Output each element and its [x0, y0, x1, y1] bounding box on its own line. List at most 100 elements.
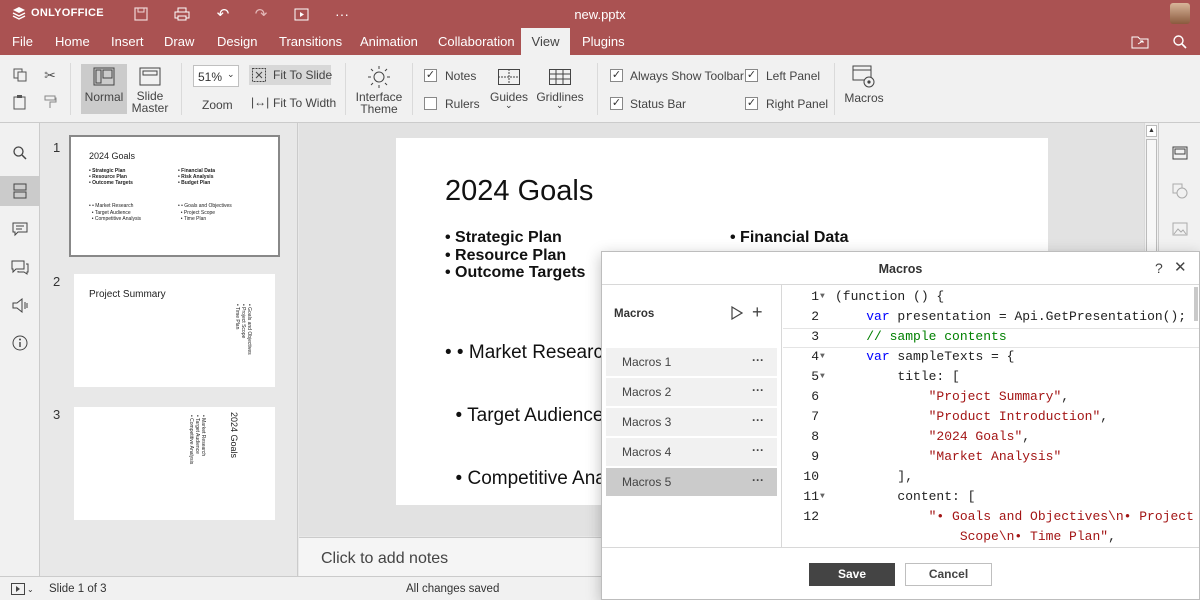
gridlines-button[interactable]: Gridlines ⌄: [536, 67, 584, 115]
slide-master-button[interactable]: Slide Master: [129, 64, 171, 114]
more-options-icon[interactable]: ···: [752, 473, 764, 487]
macro-item[interactable]: Macros 4 ···: [606, 438, 777, 466]
more-options-icon[interactable]: ···: [752, 383, 764, 397]
fit-to-width-button[interactable]: |↔| Fit To Width: [249, 93, 336, 113]
tab-plugins[interactable]: Plugins: [573, 28, 634, 55]
fold-arrow-icon[interactable]: ▼: [820, 292, 825, 301]
code-token: var: [866, 349, 890, 364]
zoom-value: 51%: [198, 70, 223, 84]
slide-thumbnail-2[interactable]: Project Summary • Goals and Objectives • …: [74, 274, 275, 387]
right-panel-checkbox[interactable]: ✓: [745, 97, 758, 110]
always-show-toolbar-label: Always Show Toolbar: [630, 69, 744, 83]
tab-file[interactable]: File: [3, 28, 42, 55]
slides-panel-icon[interactable]: [0, 176, 40, 206]
left-panel-checkbox[interactable]: ✓: [745, 69, 758, 82]
tab-collaboration[interactable]: Collaboration: [429, 28, 524, 55]
notes-checkbox[interactable]: ✓: [424, 69, 437, 82]
open-file-location-icon[interactable]: [1130, 33, 1150, 51]
thumb-bullet: • Competitive Analysis: [188, 415, 194, 465]
code-token: "2024 Goals": [928, 429, 1023, 444]
more-options-icon[interactable]: ···: [752, 413, 764, 427]
copy-icon[interactable]: [11, 67, 29, 83]
code-line: var presentation = Api.GetPresentation()…: [835, 309, 1186, 324]
interface-theme-button[interactable]: Interface Theme: [353, 63, 405, 119]
image-settings-icon[interactable]: [1159, 214, 1200, 244]
slide-number: 1: [53, 140, 61, 155]
macros-list-panel: Macros + Macros 1 ··· Macros 2 ··· Macro…: [602, 285, 782, 547]
about-icon[interactable]: [0, 328, 40, 358]
save-button[interactable]: Save: [809, 563, 895, 586]
guides-button[interactable]: Guides ⌄: [489, 67, 529, 115]
notes-label: Notes: [445, 69, 477, 83]
chevron-down-icon: ⌄: [556, 100, 564, 110]
tab-view[interactable]: View: [521, 28, 570, 55]
shape-settings-icon[interactable]: [1159, 176, 1200, 206]
macro-code-editor[interactable]: 1 ▼ (function () {2 var presentation = Api…: [783, 285, 1199, 547]
search-icon[interactable]: [1170, 33, 1190, 51]
slide-settings-icon[interactable]: [1159, 138, 1200, 168]
slide-title[interactable]: 2024 Goals: [445, 175, 593, 208]
tab-animation[interactable]: Animation: [351, 28, 427, 55]
format-painter-icon[interactable]: [41, 94, 59, 110]
macro-item-selected[interactable]: Macros 5 ···: [606, 468, 777, 496]
normal-view-button[interactable]: Normal: [81, 64, 127, 114]
macros-icon: [852, 65, 875, 88]
cancel-button[interactable]: Cancel: [905, 563, 992, 586]
macros-button[interactable]: Macros: [842, 63, 886, 113]
help-icon[interactable]: ?: [1155, 260, 1163, 276]
tab-design[interactable]: Design: [208, 28, 266, 55]
search-icon[interactable]: [0, 138, 40, 168]
right-panel-label: Right Panel: [766, 97, 829, 111]
rulers-checkbox[interactable]: [424, 97, 437, 110]
slide-counter: Slide 1 of 3: [49, 583, 107, 595]
fit-to-slide-button[interactable]: Fit To Slide: [249, 65, 332, 85]
thumb-bullet: • Goals and Objectives: [246, 304, 252, 355]
tab-insert[interactable]: Insert: [102, 28, 153, 55]
code-line: content: [: [835, 489, 975, 504]
code-line: ],: [835, 469, 913, 484]
normal-view-icon: [93, 67, 115, 86]
tab-home[interactable]: Home: [46, 28, 99, 55]
code-token: "• Goals and Objectives\n• Project: [928, 509, 1194, 524]
macro-item[interactable]: Macros 2 ···: [606, 378, 777, 406]
add-macro-icon[interactable]: +: [752, 303, 763, 321]
code-scrollbar[interactable]: [1194, 287, 1198, 321]
more-options-icon[interactable]: ···: [752, 443, 764, 457]
code-line: "Market Analysis": [835, 449, 1062, 464]
thumb-bullet: • • Goals and Objectives: [178, 203, 232, 209]
macro-item[interactable]: Macros 1 ···: [606, 348, 777, 376]
slide-bullets-left[interactable]: • Strategic Plan • Resource Plan • Outco…: [445, 229, 585, 282]
macro-item[interactable]: Macros 3 ···: [606, 408, 777, 436]
play-slideshow-button[interactable]: ⌄: [11, 582, 37, 596]
code-token: "Product Introduction": [928, 409, 1101, 424]
fold-arrow-icon[interactable]: ▼: [820, 352, 825, 361]
fold-arrow-icon[interactable]: ▼: [820, 372, 825, 381]
slide-thumbnail-1[interactable]: 2024 Goals • Strategic Plan • Resource Pl…: [69, 135, 280, 257]
slide-thumbnail-3[interactable]: 2024 Goals • Market Research • Target Aud…: [74, 407, 275, 520]
line-number: 2: [811, 309, 819, 324]
close-icon[interactable]: ✕: [1174, 260, 1187, 275]
line-number: 10: [803, 469, 819, 484]
zoom-select[interactable]: 51% ⌄: [193, 65, 239, 87]
fold-arrow-icon[interactable]: ▼: [820, 492, 825, 501]
tab-transitions[interactable]: Transitions: [270, 28, 351, 55]
view-toolbar: ✂ Normal Slide Master 51% ⌄ Zoom Fit To …: [0, 55, 1200, 123]
slide-bullets-right[interactable]: • Financial Data: [730, 229, 849, 247]
scroll-up-icon[interactable]: ▲: [1146, 125, 1157, 137]
more-options-icon[interactable]: ···: [752, 353, 764, 367]
cut-icon[interactable]: ✂: [41, 67, 59, 83]
status-bar-checkbox[interactable]: ✓: [610, 97, 623, 110]
feedback-icon[interactable]: [0, 290, 40, 320]
paste-icon[interactable]: [11, 94, 29, 110]
chat-icon[interactable]: [0, 252, 40, 282]
run-macro-icon[interactable]: [730, 305, 744, 321]
slide-bullet: • Resource Plan: [445, 246, 567, 264]
tab-draw[interactable]: Draw: [155, 28, 203, 55]
always-show-toolbar-checkbox[interactable]: ✓: [610, 69, 623, 82]
user-avatar[interactable]: [1170, 3, 1190, 24]
comments-icon[interactable]: [0, 214, 40, 244]
